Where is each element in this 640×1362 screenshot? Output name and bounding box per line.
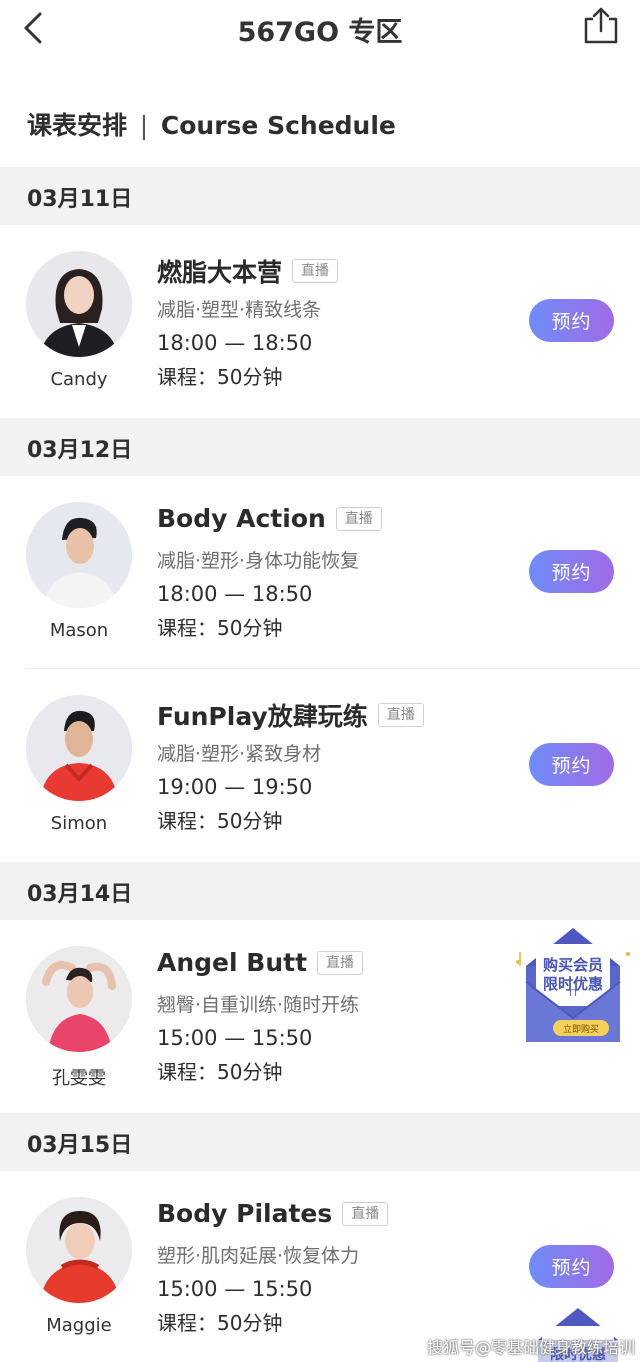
- date-label: 03月11日: [27, 187, 133, 212]
- course-card[interactable]: Simon FunPlay放肆玩练 直播 减脂·塑形·紧致身材 19:00 — …: [0, 669, 640, 861]
- course-duration: 课程：50分钟: [157, 365, 283, 389]
- course-duration: 课程：50分钟: [157, 616, 283, 640]
- live-tag: 直播: [335, 506, 382, 531]
- course-title: Angel Butt 直播: [157, 948, 364, 977]
- course-title-text: Angel Butt: [157, 948, 308, 977]
- course-title-text: 燃脂大本营: [157, 258, 283, 287]
- coach-avatar: [26, 695, 132, 801]
- nav-header: 567GO 专区: [0, 0, 640, 56]
- section-title-cn: 课表安排: [27, 111, 128, 140]
- course-time: 15:00 — 15:50: [157, 1026, 313, 1050]
- course-card[interactable]: Candy 燃脂大本营 直播 减脂·塑型·精致线条 18:00 — 18:50 …: [0, 225, 640, 417]
- course-description: 塑形·肌肉延展·恢复体力: [157, 1245, 360, 1267]
- course-title: FunPlay放肆玩练 直播: [157, 697, 424, 733]
- buy-now-button[interactable]: 立即购买: [553, 1020, 609, 1036]
- section-title-en: Course Schedule: [160, 111, 396, 140]
- course-title: Body Action 直播: [157, 504, 382, 533]
- course-description: 减脂·塑型·精致线条: [157, 299, 322, 321]
- course-title-text: FunPlay放肆玩练: [157, 702, 368, 731]
- date-bar: 03月15日: [0, 1113, 640, 1171]
- section-separator: |: [139, 111, 149, 140]
- course-description: 翘臀·自重训练·随时开练: [157, 994, 360, 1016]
- coach-name: Mason: [49, 620, 109, 641]
- course-card[interactable]: Mason Body Action 直播 减脂·塑形·身体功能恢复 18:00 …: [0, 476, 640, 668]
- course-time: 19:00 — 19:50: [157, 775, 313, 799]
- date-label: 03月14日: [27, 882, 133, 907]
- course-duration: 课程：50分钟: [157, 1311, 283, 1335]
- book-button[interactable]: 预约: [529, 299, 614, 342]
- coach-avatar: [26, 251, 132, 357]
- coach-name: Maggie: [46, 1315, 112, 1336]
- course-description: 减脂·塑形·紧致身材: [157, 743, 322, 765]
- book-button[interactable]: 预约: [529, 550, 614, 593]
- course-description: 减脂·塑形·身体功能恢复: [157, 550, 360, 572]
- book-button[interactable]: 预约: [529, 1245, 614, 1288]
- coach-avatar: [26, 1197, 132, 1303]
- coach-avatar: [26, 502, 132, 608]
- course-time: 18:00 — 18:50: [157, 331, 313, 355]
- course-duration: 课程：50分钟: [157, 809, 283, 833]
- promo-line-1: 购买会员: [542, 956, 603, 974]
- date-bar: 03月11日: [0, 167, 640, 225]
- promo-line-2: 限时优惠: [542, 975, 603, 993]
- course-title-text: Body Action: [157, 504, 326, 533]
- course-title: Body Pilates 直播: [157, 1199, 389, 1228]
- page-title: 567GO 专区: [237, 17, 403, 48]
- watermark-text: 搜狐号@零基础健身教练培训: [427, 1338, 636, 1357]
- course-time: 18:00 — 18:50: [157, 582, 313, 606]
- live-tag: 直播: [377, 703, 424, 727]
- share-icon[interactable]: [580, 4, 622, 46]
- book-button[interactable]: 预约: [529, 743, 614, 786]
- date-bar: 03月12日: [0, 418, 640, 476]
- coach-name: Candy: [50, 369, 108, 390]
- membership-promo-badge[interactable]: TT 购买会员 限时优惠 立即购买: [510, 924, 636, 1054]
- date-label: 03月15日: [27, 1133, 133, 1158]
- coach-name: 孔雯雯: [52, 1068, 106, 1089]
- course-title: 燃脂大本营 直播: [157, 253, 339, 289]
- course-time: 15:00 — 15:50: [157, 1277, 313, 1301]
- coach-avatar: [26, 946, 132, 1052]
- section-heading: 课表安排 | Course Schedule: [27, 106, 396, 142]
- course-title-text: Body Pilates: [157, 1199, 333, 1228]
- date-bar: 03月14日: [0, 862, 640, 920]
- course-duration: 课程：50分钟: [157, 1060, 283, 1084]
- live-tag: 直播: [317, 950, 364, 975]
- coach-name: Simon: [50, 813, 108, 834]
- date-label: 03月12日: [27, 438, 133, 463]
- live-tag: 直播: [342, 1201, 389, 1226]
- live-tag: 直播: [292, 259, 339, 283]
